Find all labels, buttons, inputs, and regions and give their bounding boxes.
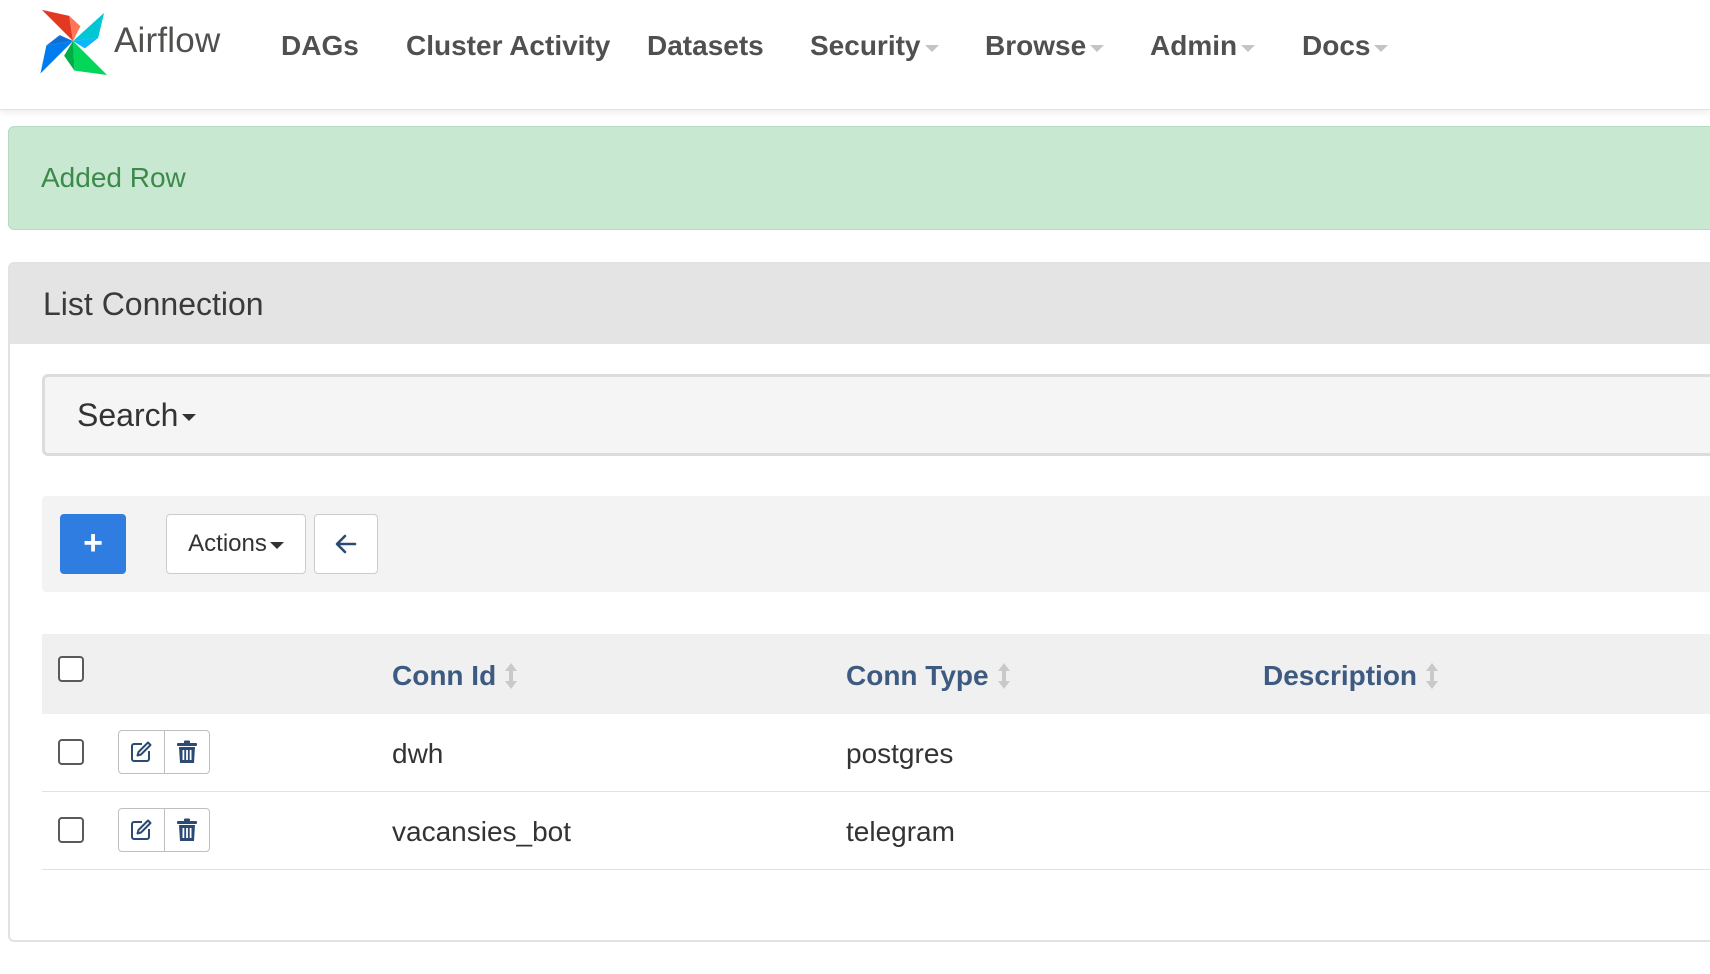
nav-item-admin[interactable]: Admin: [1150, 28, 1256, 64]
nav-item-dags[interactable]: DAGs: [281, 28, 359, 64]
nav-item-label: Browse: [985, 30, 1087, 61]
cell-conn-id: dwh: [392, 738, 444, 769]
top-navbar: Airflow DAGs Cluster Activity Datasets S…: [0, 0, 1710, 110]
nav-item-docs[interactable]: Docs: [1302, 28, 1389, 64]
column-header-conn-id[interactable]: Conn Id: [392, 660, 518, 692]
plus-icon: +: [83, 524, 103, 562]
select-all-checkbox[interactable]: [58, 656, 84, 682]
sort-icon: [505, 663, 518, 689]
edit-icon: [131, 741, 152, 762]
cell-conn-id: vacansies_bot: [392, 816, 572, 847]
airflow-home-link[interactable]: Airflow: [36, 5, 220, 77]
caret-down-icon: [1090, 44, 1105, 52]
table-row: vacansies_bot telegram: [42, 792, 1710, 870]
trash-icon: [176, 818, 197, 841]
arrow-left-icon: [335, 534, 357, 554]
trash-icon: [176, 740, 197, 763]
nav-item-label: Security: [810, 30, 921, 61]
panel-heading: List Connection: [10, 264, 1710, 344]
column-header-description[interactable]: Description: [1263, 660, 1439, 692]
page-title: List Connection: [43, 285, 264, 322]
column-header-conn-type[interactable]: Conn Type: [846, 660, 1011, 692]
table-row: dwh postgres: [42, 714, 1710, 792]
row-select-checkbox[interactable]: [58, 817, 84, 843]
caret-down-icon: [1374, 44, 1389, 52]
nav-item-label: Cluster Activity: [406, 30, 611, 61]
nav-item-label: Docs: [1302, 30, 1371, 61]
caret-down-icon: [1241, 44, 1256, 52]
cell-conn-type: postgres: [846, 738, 954, 769]
edit-record-button[interactable]: [119, 731, 164, 773]
nav-item-label: DAGs: [281, 30, 359, 61]
edit-icon: [131, 819, 152, 840]
edit-record-button[interactable]: [119, 809, 164, 851]
caret-down-icon: [269, 542, 284, 549]
sort-icon: [1426, 663, 1439, 689]
sort-icon: [997, 663, 1010, 689]
delete-record-button[interactable]: [163, 731, 209, 773]
column-header-label: Description: [1263, 660, 1418, 691]
delete-record-button[interactable]: [163, 809, 209, 851]
nav-item-cluster-activity[interactable]: Cluster Activity: [406, 28, 610, 64]
nav-item-datasets[interactable]: Datasets: [647, 28, 764, 64]
column-header-label: Conn Id: [392, 660, 497, 691]
row-select-checkbox[interactable]: [58, 739, 84, 765]
add-record-button[interactable]: +: [60, 514, 126, 574]
actions-label: Actions: [188, 530, 267, 557]
back-button[interactable]: [314, 514, 378, 574]
caret-down-icon: [924, 44, 939, 52]
list-panel: List Connection Search + Actions Conn Id: [8, 262, 1710, 942]
nav-item-security[interactable]: Security: [810, 28, 939, 64]
nav-item-label: Admin: [1150, 30, 1238, 61]
search-label: Search: [77, 396, 179, 433]
actions-dropdown-button[interactable]: Actions: [166, 514, 306, 574]
column-header-label: Conn Type: [846, 660, 989, 691]
nav-item-label: Datasets: [647, 30, 764, 61]
table-header: Conn Id Conn Type Description: [42, 634, 1710, 714]
success-alert: Added Row: [8, 126, 1710, 230]
row-action-group: [118, 730, 210, 774]
row-action-group: [118, 808, 210, 852]
airflow-pinwheel-logo-icon: [40, 9, 108, 76]
search-bar: Search: [42, 374, 1710, 456]
caret-down-icon: [182, 413, 197, 421]
cell-conn-type: telegram: [846, 816, 955, 847]
nav-item-browse[interactable]: Browse: [985, 28, 1105, 64]
search-dropdown-toggle[interactable]: Search: [77, 396, 197, 434]
alert-message: Added Row: [41, 162, 186, 193]
list-toolbar: + Actions: [42, 496, 1710, 592]
brand-name: Airflow: [114, 21, 221, 60]
